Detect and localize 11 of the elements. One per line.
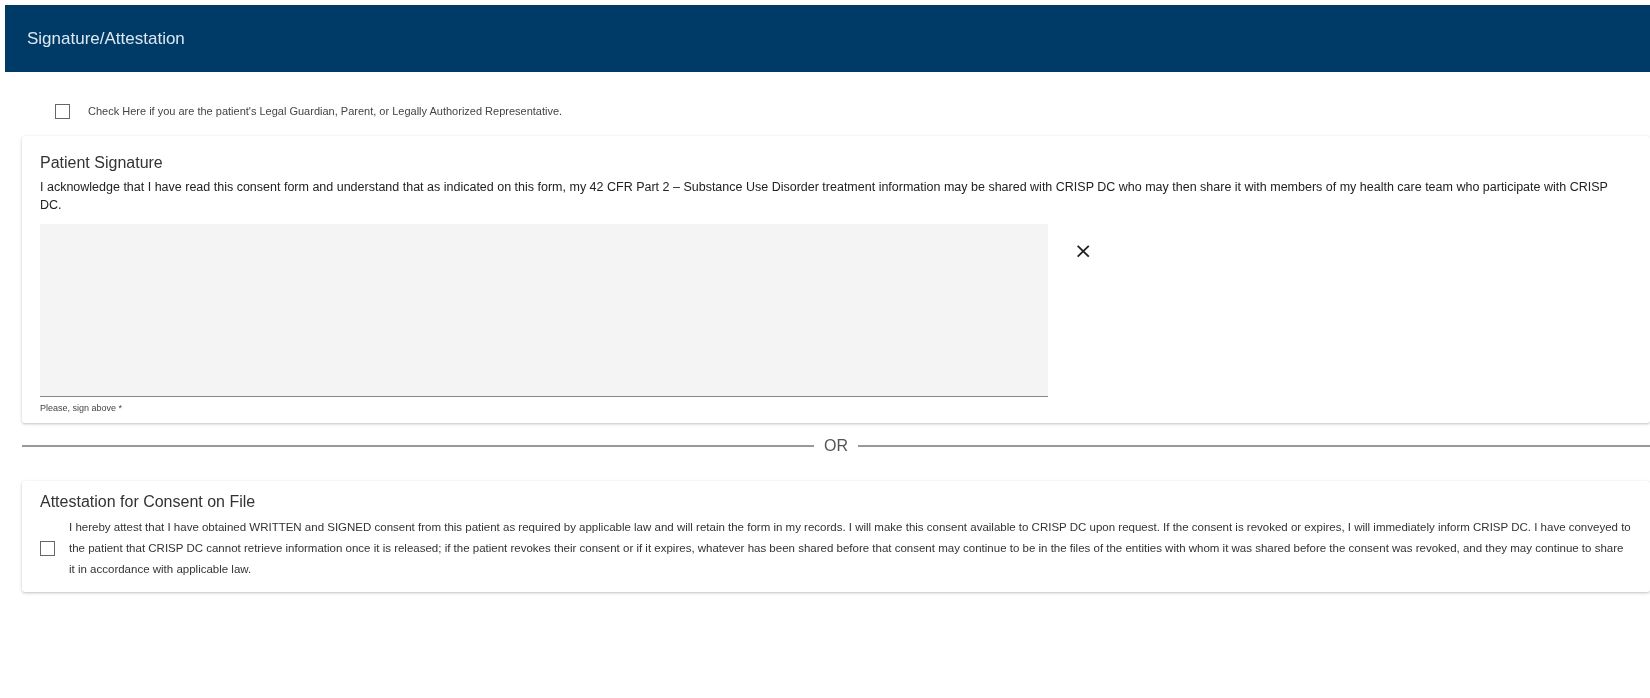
attestation-text: I hereby attest that I have obtained WRITTEN and SIGNED consent from this patient as required by applicable law and will retain the form in my records. I will make this consent available to CRISP DC upon request. If the consent is revoked or expires, I will immediately inform CRISP DC. I have conveyed to the patient that CRISP DC cannot retrieve information once it is released; if the patient revokes their consent or if it expires, whatever has been shared before that consent may continue to be in the files of the entities with whom it was shared before the consent was revoked, and they may continue to share it in accordance with applicable law.: [69, 520, 1632, 577]
signature-hint: Please, sign above *: [40, 403, 124, 413]
consent-text: I acknowledge that I have read this consent form and understand that as indicated on this form, my 42 CFR Part 2 – Substance Use Disorder treatment information may be shared with CRISP DC who may then share it with members of my health care team who participate with CRISP DC.: [40, 179, 1609, 214]
or-divider-label: OR: [823, 437, 849, 455]
clear-button[interactable]: ×: [1070, 240, 1097, 262]
checkbox[interactable]: [55, 103, 70, 119]
checkbox-label: Check Here if you are the patient's Legal Guardian, Parent, or Legally Authorized Representative.: [88, 105, 563, 117]
card-title: Patient Signature: [40, 154, 164, 172]
section-title: Signature/Attestation: [27, 28, 185, 49]
checkbox[interactable]: [40, 541, 55, 556]
card-title: Attestation for Consent on File: [40, 493, 257, 511]
